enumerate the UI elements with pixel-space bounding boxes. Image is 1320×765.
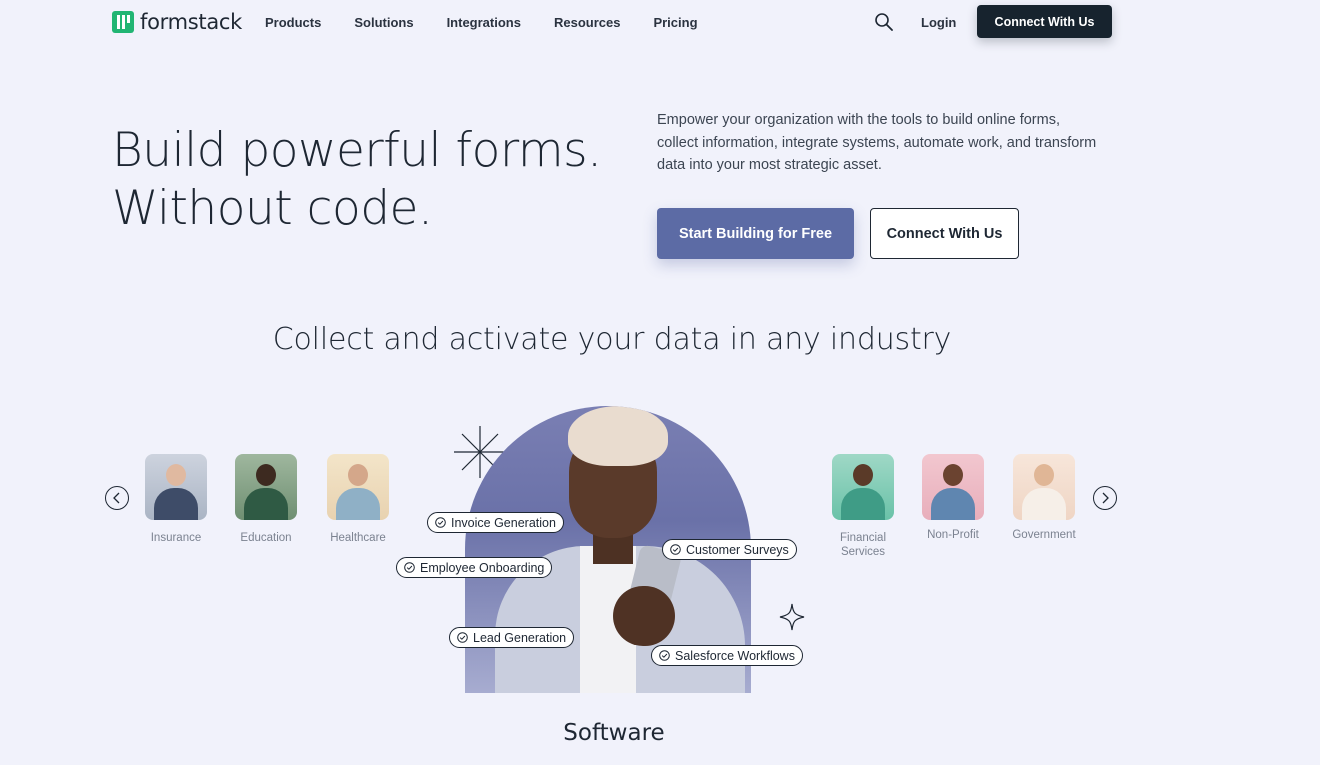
industry-non-profit[interactable]: Non-Profit [913, 454, 993, 542]
chevron-left-icon [113, 492, 120, 504]
check-circle-icon [659, 650, 670, 661]
search-icon[interactable] [874, 12, 894, 32]
hero-title-line-1: Build powerful forms. [112, 123, 602, 178]
logo-text: formstack [140, 10, 243, 34]
nav-solutions[interactable]: Solutions [354, 15, 413, 30]
tag-lead-generation: Lead Generation [449, 627, 575, 648]
industry-label: Government [1012, 529, 1076, 541]
hero-title: Build powerful forms. Without code. [112, 122, 602, 238]
check-circle-icon [670, 544, 681, 555]
industry-section-title: Collect and activate your data in any in… [272, 322, 952, 357]
tag-employee-onboarding: Employee Onboarding [396, 557, 553, 578]
check-circle-icon [435, 517, 446, 528]
industry-label: Insurance [150, 532, 202, 544]
industry-healthcare[interactable]: Healthcare [318, 454, 398, 545]
sparkle-star-icon [779, 603, 805, 631]
hero-title-line-2: Without code. [112, 181, 433, 236]
government-photo [1013, 454, 1075, 520]
nav-integrations[interactable]: Integrations [447, 15, 521, 30]
formstack-logo-icon [112, 11, 134, 33]
industry-government[interactable]: Government [1004, 454, 1084, 542]
education-photo [235, 454, 297, 520]
login-link[interactable]: Login [921, 15, 956, 30]
carousel-prev-button[interactable] [105, 486, 129, 510]
start-building-button[interactable]: Start Building for Free [657, 208, 854, 259]
industry-label: Financial Services [839, 532, 887, 558]
industry-education[interactable]: Education [226, 454, 306, 545]
check-circle-icon [404, 562, 415, 573]
insurance-photo [145, 454, 207, 520]
current-industry-label: Software [563, 720, 665, 746]
industry-label: Healthcare [330, 532, 386, 544]
tag-salesforce-workflows: Salesforce Workflows [651, 645, 803, 666]
formstack-logo[interactable]: formstack [112, 10, 242, 34]
healthcare-photo [327, 454, 389, 520]
industry-insurance[interactable]: Insurance [136, 454, 216, 545]
connect-button-header[interactable]: Connect With Us [977, 5, 1112, 38]
industry-label: Non-Profit [927, 529, 979, 541]
industry-label: Education [240, 532, 292, 544]
non-profit-photo [922, 454, 984, 520]
hero-description: Empower your organization with the tools… [657, 112, 1097, 173]
connect-button-hero[interactable]: Connect With Us [870, 208, 1019, 259]
nav-resources[interactable]: Resources [554, 15, 620, 30]
nav-products[interactable]: Products [265, 15, 321, 30]
site-header: formstack Products Solutions Integration… [0, 0, 1320, 44]
nav-pricing[interactable]: Pricing [653, 15, 697, 30]
check-circle-icon [457, 632, 468, 643]
industry-financial-services[interactable]: Financial Services [823, 454, 903, 559]
carousel-next-button[interactable] [1093, 486, 1117, 510]
chevron-right-icon [1102, 492, 1109, 504]
tag-invoice-generation: Invoice Generation [427, 512, 564, 533]
financial-services-photo [832, 454, 894, 520]
main-nav: Products Solutions Integrations Resource… [265, 15, 731, 30]
tag-customer-surveys: Customer Surveys [662, 539, 797, 560]
